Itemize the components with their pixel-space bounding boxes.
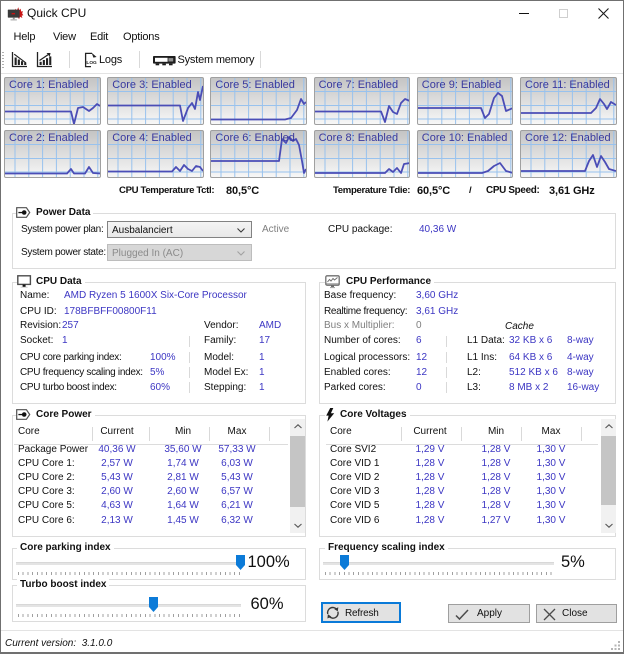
svg-text:LOG: LOG (86, 60, 97, 66)
